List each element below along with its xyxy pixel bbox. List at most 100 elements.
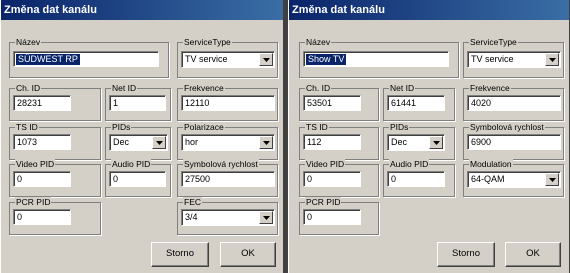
- frequency-group: Frekvence 4020: [463, 83, 564, 121]
- dropdown-arrow-icon[interactable]: [259, 53, 273, 66]
- service-type-select[interactable]: TV service: [467, 51, 561, 68]
- ts-id-value: 112: [307, 137, 322, 147]
- dropdown-arrow-icon[interactable]: [152, 136, 166, 149]
- symbol-rate-input[interactable]: 27500: [181, 171, 275, 187]
- cancel-button[interactable]: Storno: [437, 242, 495, 267]
- channel-edit-dialog-cable: Změna dat kanálu Název Show TV ServiceTy…: [288, 0, 570, 273]
- video-pid-label: Video PID: [305, 159, 346, 170]
- pcr-pid-group: PCR PID 0: [9, 197, 101, 235]
- ts-id-input[interactable]: 1073: [13, 134, 71, 150]
- video-pid-value: 0: [307, 174, 313, 184]
- symbol-rate-label: Symbolová rychlost: [469, 122, 545, 133]
- service-type-label: ServiceType: [469, 37, 518, 48]
- ch-id-value: 53501: [307, 98, 333, 108]
- video-pid-label: Video PID: [15, 159, 56, 170]
- fec-label: FEC: [183, 197, 202, 208]
- fec-group: FEC 3/4: [177, 197, 278, 235]
- ch-id-input[interactable]: 53501: [303, 95, 361, 111]
- ts-id-value: 1073: [17, 137, 38, 147]
- service-type-select[interactable]: TV service: [181, 51, 275, 68]
- audio-pid-input[interactable]: 0: [109, 171, 166, 187]
- name-group: Název SÜDWEST RP: [9, 37, 169, 78]
- dialog-title: Změna dat kanálu: [4, 4, 97, 16]
- audio-pid-value: 0: [113, 174, 119, 184]
- pcr-pid-input[interactable]: 0: [303, 209, 361, 225]
- ch-id-group: Ch. ID 53501: [299, 83, 379, 121]
- fec-value: 3/4: [185, 212, 198, 222]
- service-type-value: TV service: [471, 54, 514, 64]
- dropdown-arrow-icon[interactable]: [259, 211, 273, 224]
- ch-id-label: Ch. ID: [15, 83, 42, 94]
- pids-value: Dec: [113, 137, 130, 147]
- modulation-value: 64-QAM: [471, 174, 505, 184]
- service-type-group: ServiceType TV service: [463, 37, 564, 78]
- service-type-group: ServiceType TV service: [177, 37, 278, 78]
- pcr-pid-value: 0: [307, 212, 313, 222]
- title-bar[interactable]: Změna dat kanálu: [1, 0, 283, 20]
- pids-group: PIDs Dec: [105, 122, 171, 160]
- symbol-rate-value: 6900: [471, 137, 492, 147]
- net-id-group: Net ID 1: [105, 83, 171, 121]
- frequency-label: Frekvence: [183, 83, 225, 94]
- pids-value: Dec: [391, 137, 408, 147]
- polarization-group: Polarizace hor: [177, 122, 278, 160]
- symbol-rate-group: Symbolová rychlost 6900: [463, 122, 564, 160]
- pcr-pid-input[interactable]: 0: [13, 209, 71, 225]
- dropdown-arrow-icon[interactable]: [545, 53, 559, 66]
- pids-select[interactable]: Dec: [109, 134, 168, 151]
- ts-id-input[interactable]: 112: [303, 134, 361, 150]
- ok-button[interactable]: OK: [220, 242, 276, 267]
- dropdown-arrow-icon[interactable]: [259, 136, 273, 149]
- modulation-label: Modulation: [469, 159, 513, 170]
- pids-label: PIDs: [389, 122, 410, 133]
- pcr-pid-label: PCR PID: [305, 197, 342, 208]
- frequency-input[interactable]: 4020: [467, 95, 561, 111]
- polarization-select[interactable]: hor: [181, 134, 275, 151]
- fec-select[interactable]: 3/4: [181, 209, 275, 226]
- frequency-group: Frekvence 12110: [177, 83, 278, 121]
- title-bar[interactable]: Změna dat kanálu: [289, 0, 569, 20]
- symbol-rate-group: Symbolová rychlost 27500: [177, 159, 278, 197]
- ts-id-label: TS ID: [15, 122, 39, 133]
- service-type-value: TV service: [185, 54, 228, 64]
- name-value: SÜDWEST RP: [16, 54, 80, 65]
- video-pid-group: Video PID 0: [299, 159, 379, 197]
- ch-id-group: Ch. ID 28231: [9, 83, 101, 121]
- frequency-label: Frekvence: [469, 83, 511, 94]
- dialog-title: Změna dat kanálu: [292, 4, 385, 16]
- frequency-value: 12110: [185, 98, 210, 108]
- video-pid-input[interactable]: 0: [13, 171, 71, 187]
- pcr-pid-value: 0: [17, 212, 23, 222]
- modulation-group: Modulation 64-QAM: [463, 159, 564, 197]
- audio-pid-label: Audio PID: [389, 159, 430, 170]
- net-id-value: 61441: [391, 98, 417, 108]
- video-pid-input[interactable]: 0: [303, 171, 361, 187]
- ok-button[interactable]: OK: [505, 242, 561, 267]
- ch-id-input[interactable]: 28231: [13, 95, 71, 111]
- dropdown-arrow-icon[interactable]: [545, 173, 559, 186]
- symbol-rate-value: 27500: [185, 174, 211, 184]
- symbol-rate-input[interactable]: 6900: [467, 134, 561, 150]
- frequency-input[interactable]: 12110: [181, 95, 275, 111]
- net-id-label: Net ID: [111, 83, 138, 94]
- service-type-label: ServiceType: [183, 37, 232, 48]
- pcr-pid-label: PCR PID: [15, 197, 52, 208]
- audio-pid-group: Audio PID 0: [383, 159, 455, 197]
- cancel-button[interactable]: Storno: [151, 242, 209, 267]
- video-pid-value: 0: [17, 174, 23, 184]
- channel-edit-dialog-satellite: Změna dat kanálu Název SÜDWEST RP Servic…: [0, 0, 284, 273]
- video-pid-group: Video PID 0: [9, 159, 101, 197]
- audio-pid-input[interactable]: 0: [387, 171, 445, 187]
- modulation-select[interactable]: 64-QAM: [467, 171, 561, 188]
- name-input[interactable]: Show TV: [303, 51, 449, 67]
- name-value: Show TV: [306, 54, 347, 65]
- dropdown-arrow-icon[interactable]: [429, 136, 443, 149]
- ts-id-label: TS ID: [305, 122, 329, 133]
- net-id-input[interactable]: 61441: [387, 95, 445, 111]
- pids-select[interactable]: Dec: [387, 134, 445, 151]
- name-input[interactable]: SÜDWEST RP: [13, 51, 159, 67]
- ch-id-label: Ch. ID: [305, 83, 332, 94]
- name-group: Název Show TV: [299, 37, 459, 78]
- net-id-input[interactable]: 1: [109, 95, 166, 111]
- net-id-group: Net ID 61441: [383, 83, 455, 121]
